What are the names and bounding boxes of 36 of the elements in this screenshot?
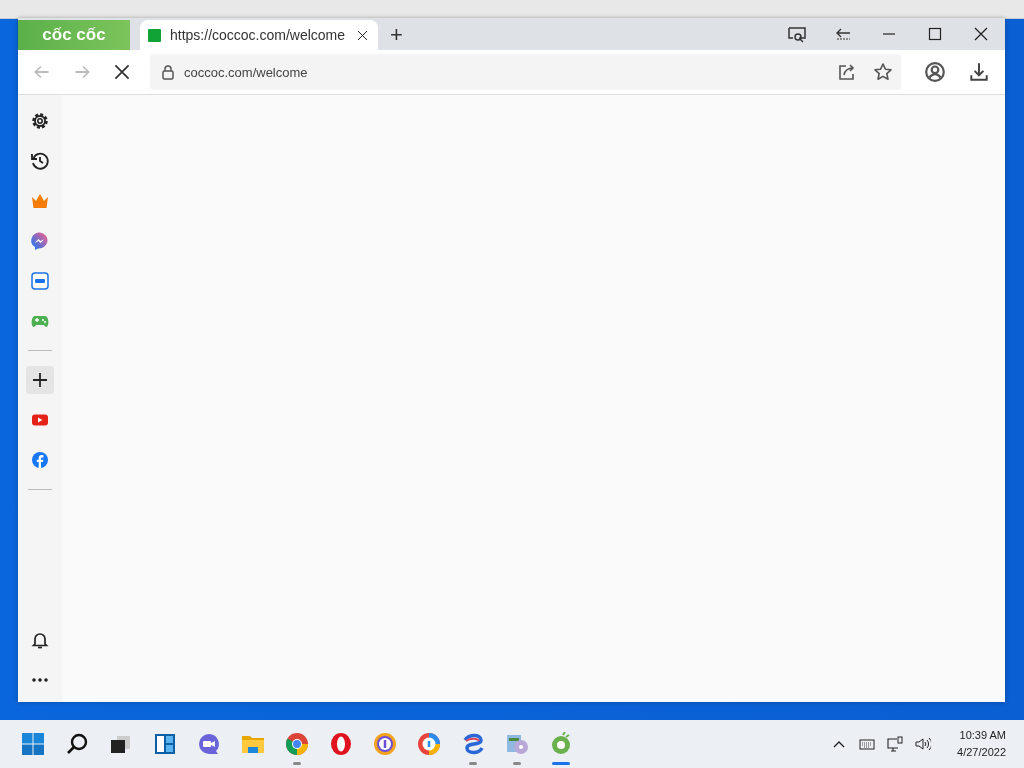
clock[interactable]: 10:39 AM 4/27/2022	[957, 727, 1006, 761]
network-icon[interactable]	[887, 736, 904, 752]
search-icon[interactable]	[65, 732, 89, 756]
start-icon[interactable]	[21, 732, 45, 756]
profile-icon[interactable]	[924, 61, 946, 83]
chat-bubble-icon[interactable]	[30, 231, 50, 251]
share-icon[interactable]	[837, 62, 857, 82]
url-text: coccoc.com/welcome	[184, 64, 308, 80]
volume-icon[interactable]	[915, 736, 932, 752]
browser-tab[interactable]: https://coccoc.com/welcome	[140, 20, 378, 50]
lock-icon	[160, 64, 176, 80]
notification-bell-icon[interactable]	[30, 630, 50, 650]
lock-browser-icon[interactable]	[417, 732, 441, 756]
installer-icon[interactable]	[505, 732, 529, 756]
tab-title: https://coccoc.com/welcome	[170, 27, 346, 43]
swirl-app-icon[interactable]	[461, 732, 485, 756]
chrome-icon[interactable]	[285, 732, 309, 756]
new-tab-button[interactable]: +	[386, 24, 407, 46]
address-bar[interactable]: coccoc.com/welcome	[150, 54, 901, 90]
tab-search-icon[interactable]	[787, 24, 807, 44]
video-chat-icon[interactable]	[197, 732, 221, 756]
clock-date: 4/27/2022	[957, 745, 1006, 760]
shield-browser-icon[interactable]	[373, 732, 397, 756]
download-icon[interactable]	[968, 61, 990, 83]
opera-icon[interactable]	[329, 732, 353, 756]
clock-time: 10:39 AM	[958, 728, 1006, 743]
star-icon[interactable]	[873, 62, 893, 82]
keyboard-icon[interactable]	[859, 736, 876, 752]
settings-icon[interactable]	[30, 111, 50, 131]
widgets-icon[interactable]	[153, 732, 177, 756]
social-f-icon[interactable]	[30, 450, 50, 470]
chat-app-icon[interactable]	[30, 271, 50, 291]
history-icon[interactable]	[30, 151, 50, 171]
add-icon[interactable]	[26, 366, 54, 394]
coccoc-browser-icon[interactable]	[549, 732, 573, 756]
favicon-icon	[148, 28, 161, 42]
